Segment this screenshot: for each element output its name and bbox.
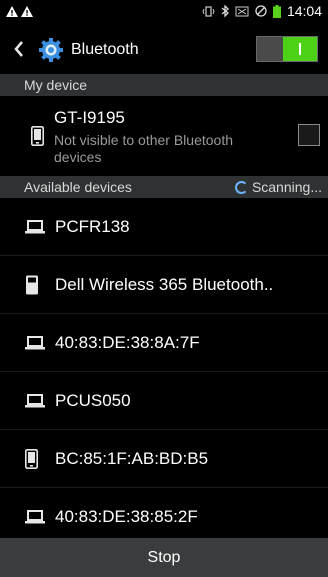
battery-icon [272, 4, 281, 18]
gear-icon[interactable] [38, 37, 64, 63]
warning-icon [6, 5, 18, 17]
section-title: My device [24, 77, 88, 93]
device-visibility-text: Not visible to other Bluetooth devices [54, 132, 233, 165]
spinner-icon [234, 180, 248, 194]
device-label: PCFR138 [55, 216, 130, 236]
vibrate-icon [202, 5, 215, 17]
device-label: 40:83:DE:38:85:2F [55, 506, 198, 526]
list-item[interactable]: PCFR138 [0, 198, 328, 256]
status-bar: 14:04 [0, 0, 328, 22]
no-sim-icon [235, 6, 249, 16]
scanning-label: Scanning... [251, 179, 322, 195]
clock: 14:04 [286, 3, 322, 19]
section-header-available: Available devices Scanning... [0, 176, 328, 198]
my-device-row[interactable]: GT-I9195 Not visible to other Bluetooth … [0, 98, 328, 176]
list-item[interactable]: Dell Wireless 365 Bluetooth.. [0, 256, 328, 314]
device-label: 40:83:DE:38:8A:7F [55, 332, 200, 352]
bluetooth-toggle[interactable] [256, 36, 318, 62]
laptop-icon [25, 219, 45, 233]
device-label: BC:85:1F:AB:BD:B5 [55, 448, 209, 468]
list-item[interactable]: BC:85:1F:AB:BD:B5 [0, 430, 328, 488]
list-item[interactable]: 40:83:DE:38:8A:7F [0, 314, 328, 372]
visibility-checkbox[interactable] [298, 124, 320, 146]
status-left [6, 5, 33, 17]
laptop-icon [25, 335, 45, 349]
back-icon[interactable] [14, 37, 26, 63]
page-title: Bluetooth [71, 41, 139, 58]
section-header-my-device: My device [0, 74, 328, 96]
list-item[interactable]: PCUS050 [0, 372, 328, 430]
stop-label: Stop [147, 548, 181, 566]
device-name: GT-I9195 [54, 108, 125, 127]
warning-icon [21, 5, 33, 17]
laptop-icon [25, 393, 45, 407]
phone-icon [31, 126, 44, 146]
status-right: 14:04 [202, 3, 322, 19]
device-list: PCFR138 Dell Wireless 365 Bluetooth.. 40… [0, 198, 328, 546]
action-bar: Bluetooth [0, 30, 328, 70]
device-label: PCUS050 [55, 390, 131, 410]
phone-icon [25, 448, 38, 469]
toggle-knob[interactable] [283, 37, 317, 61]
bluetooth-icon [221, 5, 229, 17]
device-label: Dell Wireless 365 Bluetooth.. [55, 274, 274, 294]
blocked-icon [255, 5, 267, 17]
device-icon [26, 275, 38, 294]
stop-button[interactable]: Stop [0, 538, 328, 577]
laptop-icon [25, 509, 45, 523]
section-title: Available devices [24, 179, 132, 195]
scanning-status: Scanning... [234, 179, 322, 195]
